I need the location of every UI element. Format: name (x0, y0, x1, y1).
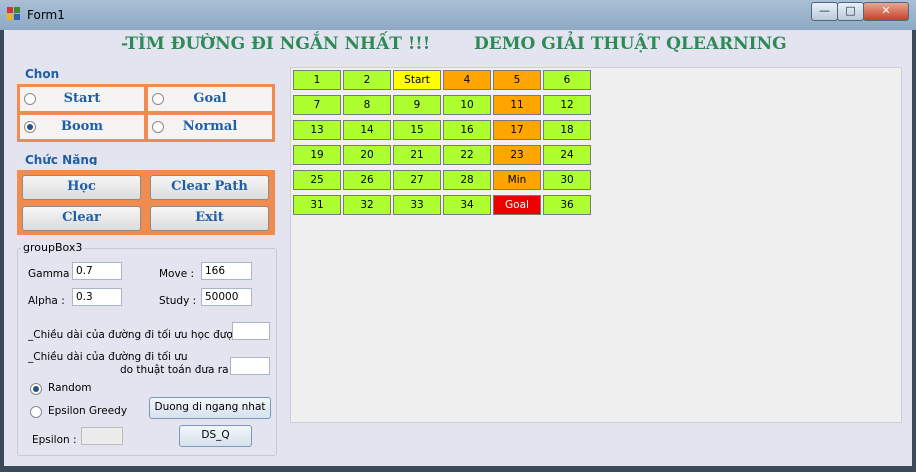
radio-goal-label: Goal (193, 91, 227, 106)
grid-cell-24[interactable]: 24 (543, 145, 591, 165)
shortest-path-button[interactable]: Duong di ngang nhat (149, 397, 271, 419)
grid-cell-30[interactable]: 30 (543, 170, 591, 190)
move-label: Move : (159, 268, 195, 280)
alpha-input[interactable]: 0.3 (72, 288, 122, 306)
grid-cell-5[interactable]: 5 (493, 70, 541, 90)
grid-cell-4[interactable]: 4 (443, 70, 491, 90)
algo-length-input[interactable] (230, 357, 270, 375)
maximize-icon: □ (845, 4, 856, 17)
learn-button[interactable]: Học (22, 175, 141, 200)
grid-cell-15[interactable]: 15 (393, 120, 441, 140)
heading-right: DEMO GIẢI THUẬT QLEARNING (474, 34, 787, 54)
ds-q-button[interactable]: DS_Q (179, 425, 252, 447)
form-client-area: -TÌM ĐƯỜNG ĐI NGẮN NHẤT !!! DEMO GIẢI TH… (4, 30, 912, 466)
title-bar: Form1 — □ ✕ (0, 0, 916, 30)
chuc-nang-panel: Học Clear Path Clear Exit (17, 170, 275, 235)
gamma-label: Gamma : (28, 268, 77, 280)
grid-cell-31[interactable]: 31 (293, 195, 341, 215)
grid-cell-9[interactable]: 9 (393, 95, 441, 115)
algo-length-label-2: do thuật toán đưa ra : (120, 364, 236, 376)
radio-boom[interactable]: Boom (20, 115, 144, 139)
grid-cell-18[interactable]: 18 (543, 120, 591, 140)
grid-cell-12[interactable]: 12 (543, 95, 591, 115)
minimize-icon: — (819, 4, 830, 17)
study-input[interactable]: 50000 (201, 288, 252, 306)
grid-cell-28[interactable]: 28 (443, 170, 491, 190)
close-button[interactable]: ✕ (863, 2, 909, 21)
grid-cell-14[interactable]: 14 (343, 120, 391, 140)
grid-cell-27[interactable]: 27 (393, 170, 441, 190)
grid-cell-23[interactable]: 23 (493, 145, 541, 165)
heading-left: -TÌM ĐƯỜNG ĐI NGẮN NHẤT !!! (121, 34, 431, 54)
grid-cell-17[interactable]: 17 (493, 120, 541, 140)
chon-panel: Start Goal Boom Normal (17, 84, 275, 142)
learned-length-input[interactable] (232, 322, 270, 340)
maximize-button[interactable]: □ (837, 2, 864, 21)
grid-panel: 1 2 Start 4 5 6 7 8 9 10 11 12 13 14 15 16 17 18 19 20 21 22 2… (290, 67, 902, 423)
epsilon-input[interactable] (81, 427, 123, 445)
window-title: Form1 (27, 8, 65, 22)
grid-cell-1[interactable]: 1 (293, 70, 341, 90)
chuc-nang-header-bar (17, 165, 276, 168)
grid-cell-25[interactable]: 25 (293, 170, 341, 190)
grid-cell-10[interactable]: 10 (443, 95, 491, 115)
close-icon: ✕ (881, 4, 891, 17)
grid-cell-22[interactable]: 22 (443, 145, 491, 165)
grid-cell-2[interactable]: 2 (343, 70, 391, 90)
grid-cell-35[interactable]: Goal (493, 195, 541, 215)
minimize-button[interactable]: — (811, 2, 838, 21)
grid-cell-34[interactable]: 34 (443, 195, 491, 215)
grid-cell-16[interactable]: 16 (443, 120, 491, 140)
grid-cell-11[interactable]: 11 (493, 95, 541, 115)
groupbox3-title: groupBox3 (21, 241, 85, 254)
clear-path-button[interactable]: Clear Path (150, 175, 269, 200)
epsilon-label: Epsilon : (32, 434, 77, 446)
learned-length-label: _Chiều dài của đường đi tối ưu học được … (28, 329, 246, 341)
exit-button[interactable]: Exit (150, 206, 269, 231)
algo-length-label-1: _Chiều dài của đường đi tối ưu (28, 351, 188, 363)
study-label: Study : (159, 295, 197, 307)
alpha-label: Alpha : (28, 295, 65, 307)
grid-cell-36[interactable]: 36 (543, 195, 591, 215)
epsilon-greedy-radio[interactable] (30, 406, 42, 418)
grid-cell-8[interactable]: 8 (343, 95, 391, 115)
chon-header-bar (17, 79, 276, 82)
random-radio[interactable] (30, 383, 42, 395)
radio-start[interactable]: Start (20, 87, 144, 111)
grid-cell-19[interactable]: 19 (293, 145, 341, 165)
grid-cell-29[interactable]: Min (493, 170, 541, 190)
radio-start-label: Start (63, 91, 101, 106)
grid-cell-20[interactable]: 20 (343, 145, 391, 165)
radio-normal[interactable]: Normal (148, 115, 272, 139)
random-label: Random (48, 382, 92, 394)
grid-cell-21[interactable]: 21 (393, 145, 441, 165)
app-icon (7, 7, 20, 20)
grid-cell-26[interactable]: 26 (343, 170, 391, 190)
radio-normal-label: Normal (182, 119, 238, 134)
gamma-input[interactable]: 0.7 (72, 262, 122, 280)
grid-cell-32[interactable]: 32 (343, 195, 391, 215)
grid-cell-3[interactable]: Start (393, 70, 441, 90)
grid-cell-7[interactable]: 7 (293, 95, 341, 115)
clear-button[interactable]: Clear (22, 206, 141, 231)
radio-boom-label: Boom (60, 119, 104, 134)
epsilon-greedy-label: Epsilon Greedy (48, 405, 128, 417)
grid-cell-13[interactable]: 13 (293, 120, 341, 140)
move-input[interactable]: 166 (201, 262, 252, 280)
radio-goal[interactable]: Goal (148, 87, 272, 111)
grid-cell-33[interactable]: 33 (393, 195, 441, 215)
grid-cell-6[interactable]: 6 (543, 70, 591, 90)
